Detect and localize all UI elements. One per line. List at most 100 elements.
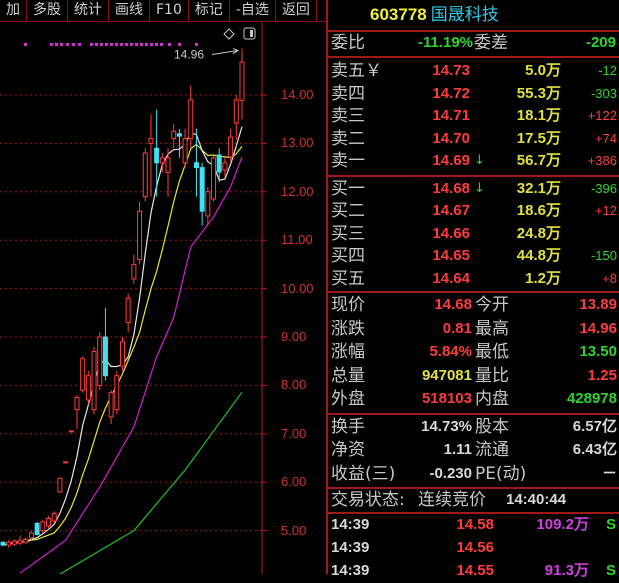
candle-body <box>6 541 12 546</box>
level-change: -12 <box>598 63 617 78</box>
level-volume: 17.5万 <box>516 129 561 147</box>
stat-row: 涨跌 0.81 最高 14.96 <box>328 318 619 342</box>
candle-body <box>97 336 103 386</box>
stat-label: 外盘 <box>331 389 365 410</box>
signal-dot <box>105 43 108 46</box>
candle-body <box>222 162 228 171</box>
stat-label: 最低 <box>475 342 509 363</box>
candle-body <box>233 99 239 124</box>
trade-status-time: 14:40:44 <box>506 491 567 509</box>
weibi-label: 委比 <box>331 33 365 53</box>
panel-toggle-icon[interactable] <box>243 27 256 40</box>
panel-toggle-icon-fill <box>250 30 253 37</box>
toolbar-button[interactable]: 加 <box>0 0 27 22</box>
signal-dot <box>135 43 138 46</box>
signal-dot <box>100 43 103 46</box>
toolbar-button[interactable]: 返回 <box>276 0 317 22</box>
toolbar-button[interactable]: 统计 <box>68 0 109 22</box>
fund-label: PE(动) <box>475 463 527 484</box>
y-tick-label: 10.00 <box>281 280 314 296</box>
candle-body <box>188 99 194 140</box>
y-tick-label: 12.00 <box>281 183 314 199</box>
toolbar-button[interactable]: -自选 <box>230 0 276 22</box>
level-volume: 18.6万 <box>516 202 561 219</box>
level-label: 买二 <box>331 201 365 221</box>
candle-body <box>148 138 154 144</box>
fund-value: 1.11 <box>443 441 472 459</box>
level-label: 买三 <box>331 223 365 244</box>
fund-row: 换手 14.73% 股本 6.57亿 <box>328 416 619 440</box>
level-price: 14.69 <box>432 152 470 169</box>
trade-status-row: 交易状态: 连续竞价 14:40:44 <box>328 489 619 512</box>
level-change: -150 <box>590 248 617 263</box>
stat-value: 947081 <box>421 366 472 384</box>
toolbar-button[interactable]: 多股 <box>27 0 68 22</box>
tick-list[interactable]: 14:39 14.58 109.2万 S 14:39 14.56 14:39 14.55 91.… <box>328 514 619 583</box>
level-label: 卖一 <box>331 151 365 171</box>
candle-body <box>102 336 108 377</box>
candle-body <box>159 157 165 164</box>
trade-status-label: 交易状态: <box>331 490 405 511</box>
signal-dot <box>66 43 69 46</box>
y-tick-label: 13.00 <box>281 135 314 151</box>
tick-row: 14:39 14.58 109.2万 S <box>328 514 619 537</box>
signal-dot <box>168 43 171 46</box>
high-price-label: 14.96 <box>174 48 204 62</box>
kline-svg[interactable]: 14.96 <box>0 22 326 574</box>
kline-chart[interactable]: 14.96 14.00 13.00 12.00 11.00 10.00 9.00 8.00 7… <box>0 22 326 574</box>
level-volume: 55.3万 <box>516 84 561 102</box>
y-tick-label: 7.00 <box>281 425 307 441</box>
y-tick-label: 6.00 <box>281 474 307 490</box>
toolbar-button[interactable]: F10 <box>150 0 189 22</box>
fund-value: 6.43亿 <box>572 441 617 459</box>
stat-row: 现价 14.68 今开 13.89 <box>328 294 619 318</box>
candle-body <box>199 167 205 212</box>
buy-level-row[interactable]: 买五 14.64 1.2万 +8 <box>328 268 619 291</box>
sell-level-row[interactable]: 卖三 14.71 18.1万 +122 <box>328 105 619 128</box>
tick-price: 14.55 <box>456 562 494 580</box>
stat-label: 最高 <box>475 318 509 339</box>
level-price: 14.72 <box>432 84 470 102</box>
stat-value: 13.50 <box>579 343 617 361</box>
level-change: +12 <box>594 203 617 218</box>
candle-body <box>63 461 69 464</box>
candle-body <box>165 157 171 173</box>
tick-volume: 91.3万 <box>544 562 589 580</box>
candle-body <box>182 138 188 164</box>
y-tick-label: 14.00 <box>281 87 314 102</box>
stat-label: 内盘 <box>475 389 509 410</box>
stat-label: 今开 <box>475 295 509 315</box>
y-tick-label: 9.00 <box>281 329 307 344</box>
ma20-line <box>19 156 243 574</box>
level-label: 卖三 <box>331 106 365 126</box>
stock-name: 国晟科技 <box>430 5 499 25</box>
level-change: -396 <box>590 180 617 196</box>
candle-body <box>119 341 125 367</box>
buy-level-row[interactable]: 买三 14.66 24.8万 <box>328 223 619 246</box>
toolbar-button[interactable]: 画线 <box>109 0 150 22</box>
sell-level-row[interactable]: 卖一 14.69 ↓ 56.7万 +386 <box>328 150 619 173</box>
level-volume: 1.2万 <box>525 269 561 287</box>
sell-level-row[interactable]: 卖四 14.72 55.3万 -303 <box>328 83 619 106</box>
candle-body <box>23 538 29 543</box>
candle-body <box>68 430 74 433</box>
down-arrow-icon: ↓ <box>474 180 485 196</box>
signal-dot <box>24 43 27 46</box>
toolbar-button[interactable]: 标记 <box>189 0 230 22</box>
candle-body <box>0 541 6 546</box>
stat-value: 0.81 <box>442 319 472 337</box>
fundamentals: 换手 14.73% 股本 6.57亿 净资 1.11 流通 6.43亿 收益(三) -0.230 P… <box>328 415 619 488</box>
signal-dot <box>130 43 133 46</box>
signal-dot <box>50 43 53 46</box>
weibi-row: 委比 -11.19% 委差 -209 <box>328 32 619 56</box>
buy-level-row[interactable]: 买一 14.68 ↓ 32.1万 -396 <box>328 178 619 201</box>
signal-dot <box>78 43 81 46</box>
buy-level-row[interactable]: 买二 14.67 18.6万 +12 <box>328 200 619 223</box>
buy-level-row[interactable]: 买四 14.65 44.8万 -150 <box>328 245 619 268</box>
stat-row: 外盘 518103 内盘 428978 <box>328 388 619 412</box>
diamond-icon[interactable] <box>223 28 235 40</box>
stat-label: 涨幅 <box>331 342 365 363</box>
sell-level-row[interactable]: 卖五￥ 14.73 5.0万 -12 <box>328 60 619 83</box>
sell-level-row[interactable]: 卖二 14.70 17.5万 +74 <box>328 128 619 151</box>
level-price: 14.68 <box>432 179 470 197</box>
